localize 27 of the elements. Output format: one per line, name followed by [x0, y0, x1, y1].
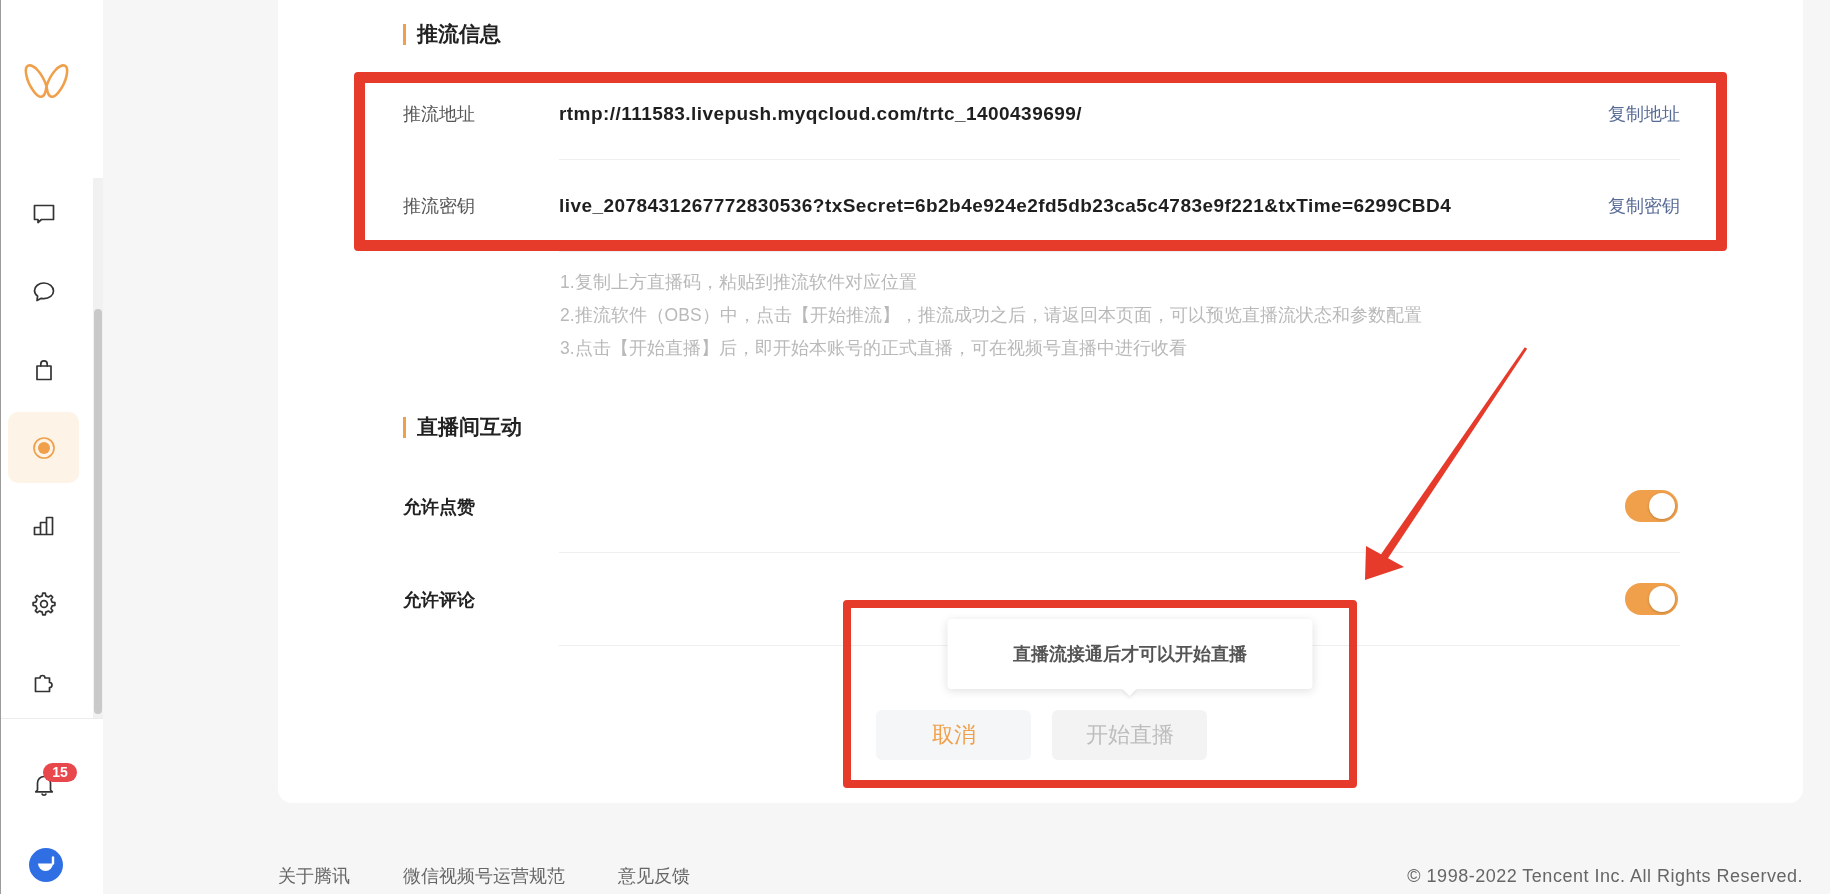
copy-link[interactable]: 复制密钥 [1608, 193, 1680, 218]
settings-icon [30, 590, 57, 617]
accent-bar [403, 23, 406, 45]
tooltip: 直播流接通后才可以开始直播 [947, 619, 1312, 697]
record-icon [30, 434, 57, 461]
copyright-text: © 1998-2022 Tencent Inc. All Rights Reserved. [1407, 865, 1803, 888]
instruction-text: 2.推流软件（OBS）中，点击【开始推流】，推流成功之后，请返回本页面，可以预览直播流状态和参数配置 [560, 304, 1423, 327]
footer-link[interactable]: 意见反馈 [618, 864, 690, 888]
field-label: 推流密钥 [403, 195, 476, 218]
footer-link[interactable]: 关于腾讯 [278, 864, 350, 888]
notification-badge: 15 [43, 763, 77, 782]
field-label: 推流地址 [403, 103, 476, 126]
field-value: live_2078431267772830536?txSecret=6b2b4e924e2fd5db23ca5c4783e9f221&txTime=6299CBD4 [559, 194, 1452, 217]
section-title: 直播间互动 [417, 414, 522, 440]
field-value: rtmp://111583.livepush.myqcloud.com/trtc_1400439699/ [559, 102, 1082, 125]
scrollbar[interactable] [93, 178, 103, 718]
instruction-text: 1.复制上方直播码，粘贴到推流软件对应位置 [560, 271, 918, 294]
accent-bar [403, 416, 406, 438]
copy-link[interactable]: 复制地址 [1608, 101, 1680, 126]
avatar-icon[interactable] [29, 848, 63, 882]
section-title: 推流信息 [417, 21, 501, 47]
toggle-switch[interactable] [1625, 583, 1678, 615]
setting-label: 允许点赞 [403, 495, 476, 519]
instruction-text: 3.点击【开始直播】后，即开始本账号的正式直播，可在视频号直播中进行收看 [560, 337, 1188, 360]
toggle-switch[interactable] [1625, 490, 1678, 522]
footer-link[interactable]: 微信视频号运营规范 [403, 864, 565, 888]
setting-label: 允许评论 [403, 588, 476, 612]
